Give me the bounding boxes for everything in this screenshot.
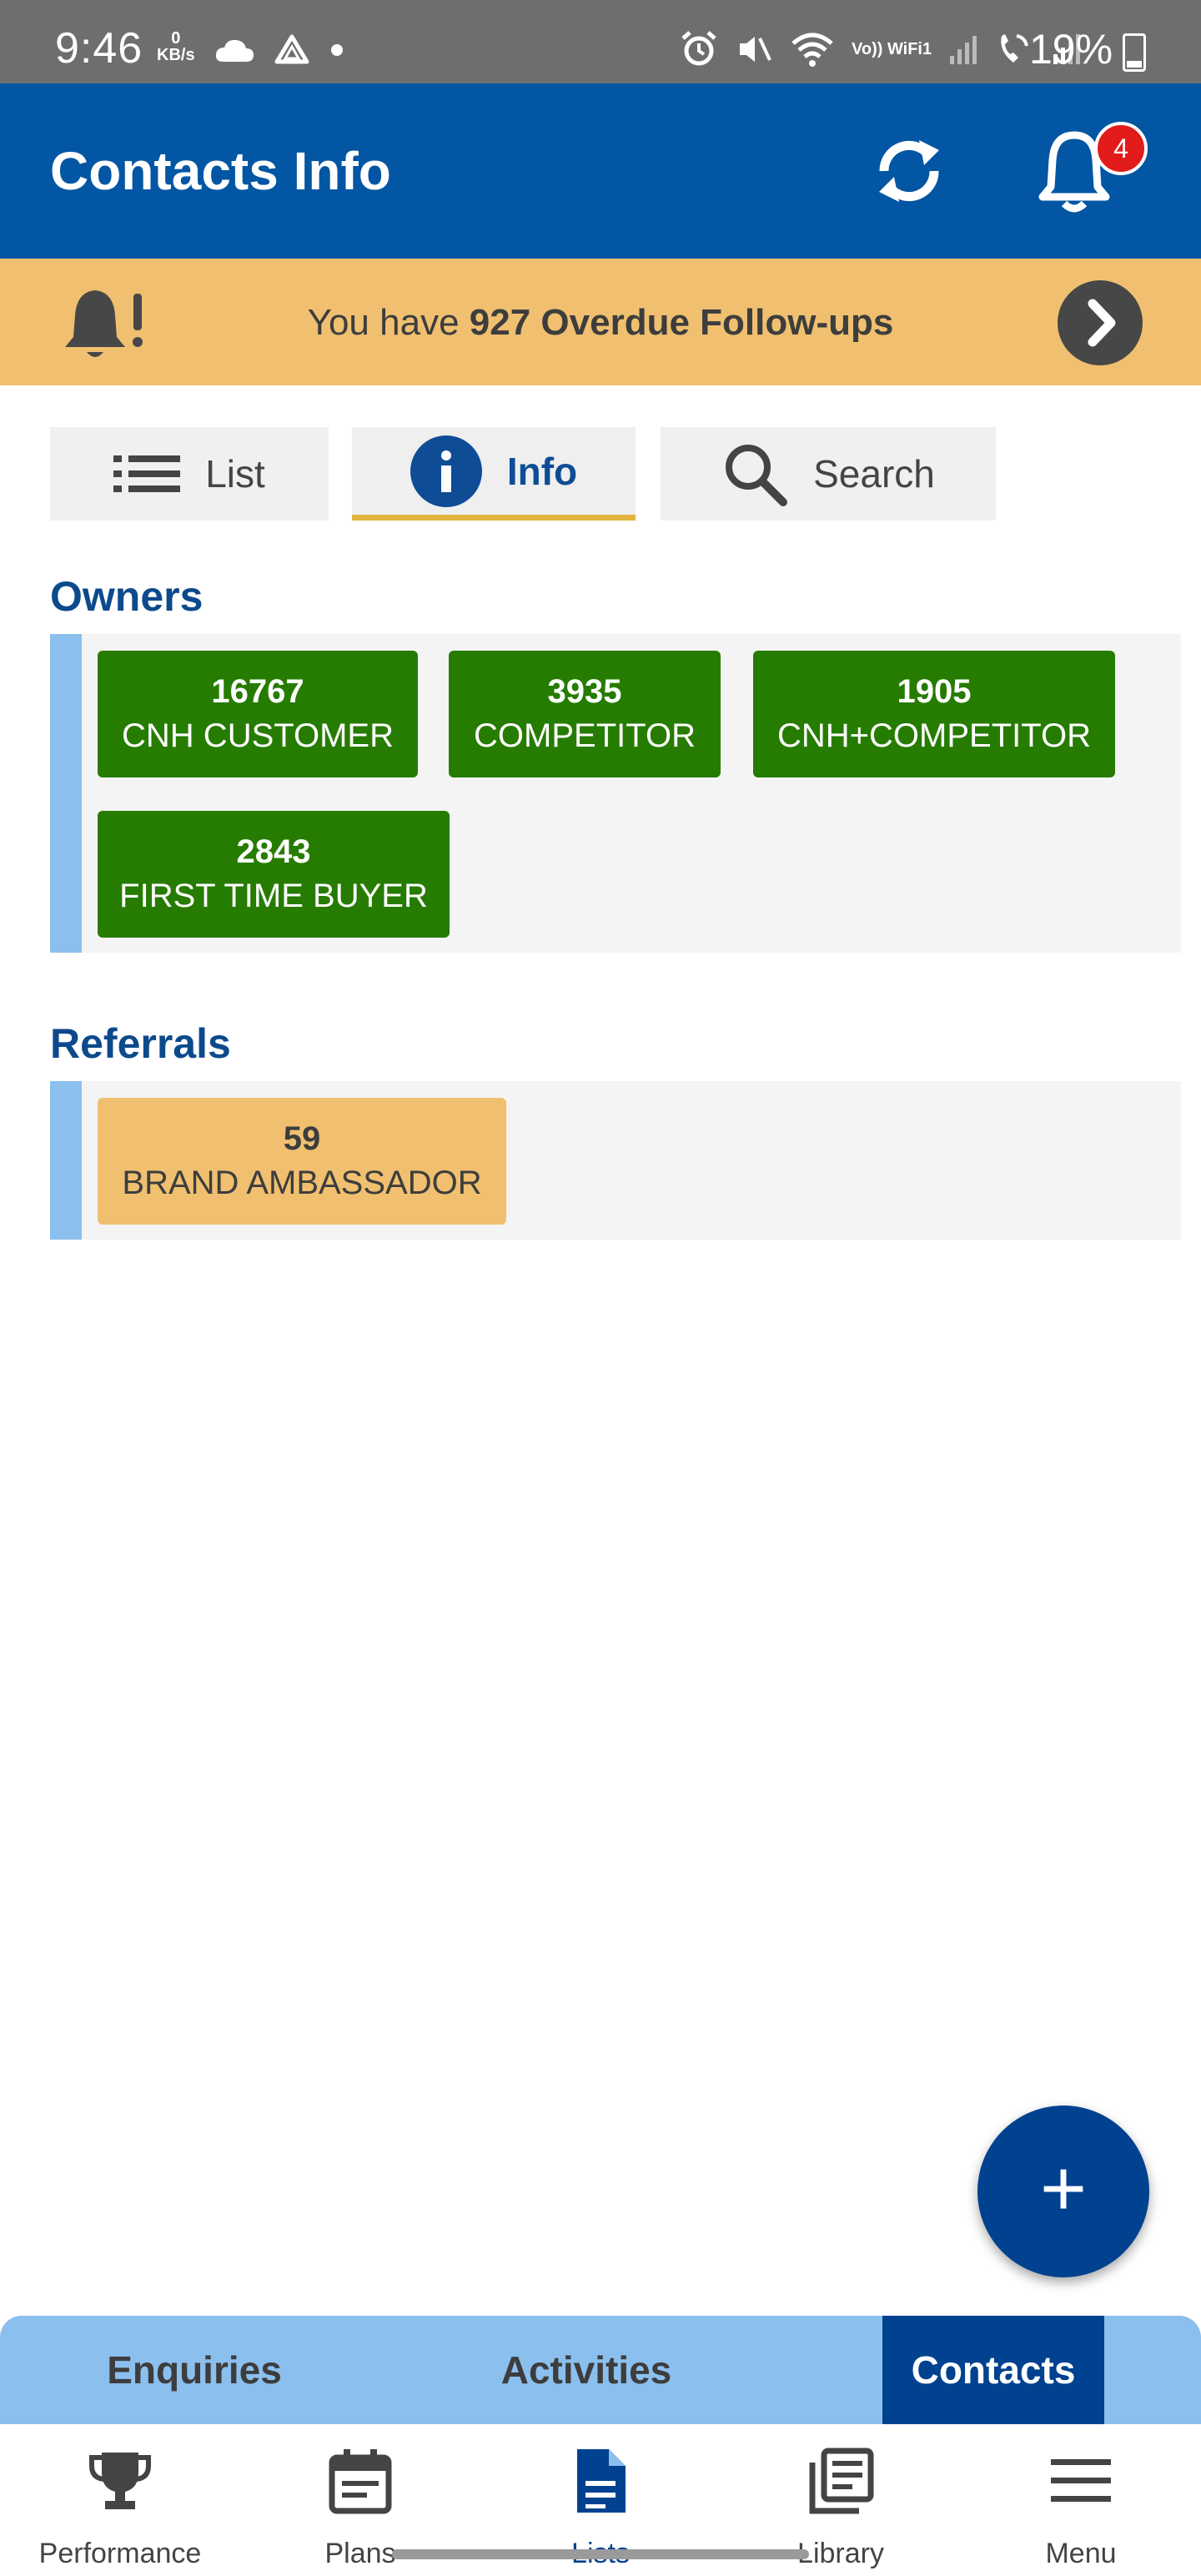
nav-label-performance: Performance bbox=[38, 2538, 202, 2569]
list-icon bbox=[113, 455, 181, 492]
chip-label: BRAND AMBASSADOR bbox=[122, 1165, 482, 1201]
overdue-followups-banner[interactable]: You have 927 Overdue Follow-ups bbox=[0, 259, 1201, 385]
net-speed: 0 KB/s bbox=[157, 30, 195, 63]
sub-tab-enquiries[interactable]: Enquiries bbox=[50, 2316, 339, 2424]
battery-icon bbox=[1123, 33, 1146, 72]
status-time: 9:46 bbox=[55, 24, 143, 73]
add-button[interactable]: + bbox=[977, 2106, 1149, 2277]
sub-tab-contacts[interactable]: Contacts bbox=[882, 2316, 1104, 2424]
alarm-icon bbox=[681, 31, 716, 66]
chip-label: COMPETITOR bbox=[474, 717, 696, 754]
dot-icon bbox=[331, 44, 343, 56]
referral-chip-brand-ambassador[interactable]: 59 BRAND AMBASSADOR bbox=[98, 1098, 506, 1225]
document-icon bbox=[577, 2449, 626, 2513]
tab-list-label: List bbox=[205, 452, 265, 496]
wifi-icon bbox=[791, 33, 833, 67]
chevron-right-icon bbox=[1088, 299, 1116, 347]
info-icon bbox=[410, 435, 482, 507]
net-speed-value: 0 bbox=[171, 29, 181, 48]
referrals-stripe bbox=[50, 1081, 82, 1240]
trophy-icon bbox=[89, 2453, 151, 2509]
home-indicator[interactable] bbox=[392, 2549, 809, 2559]
signal-weak-icon bbox=[950, 36, 977, 64]
owners-stripe bbox=[50, 634, 82, 953]
owner-chip-cnh-competitor[interactable]: 1905 CNH+COMPETITOR bbox=[753, 651, 1115, 777]
wifi-calling-icon bbox=[1001, 34, 1029, 63]
chip-count: 1905 bbox=[897, 673, 972, 710]
library-icon bbox=[809, 2448, 874, 2514]
chip-label: CNH+COMPETITOR bbox=[777, 717, 1091, 754]
chip-count: 59 bbox=[283, 1120, 321, 1157]
page-title: Contacts Info bbox=[50, 141, 391, 201]
owner-chip-competitor[interactable]: 3935 COMPETITOR bbox=[449, 651, 721, 777]
drive-icon bbox=[274, 34, 309, 64]
net-speed-unit: KB/s bbox=[157, 46, 195, 64]
hamburger-menu-icon bbox=[1051, 2459, 1111, 2502]
sync-icon[interactable] bbox=[867, 125, 951, 217]
vowifi-label: Vo)) WiFi1 bbox=[852, 40, 932, 58]
referrals-section-title: Referrals bbox=[50, 1020, 231, 1067]
search-icon bbox=[726, 445, 788, 506]
battery-percentage: 19% bbox=[1029, 26, 1113, 73]
owners-panel: 16767 CNH CUSTOMER 3935 COMPETITOR 1905 … bbox=[50, 634, 1181, 953]
nav-item-performance[interactable]: Performance bbox=[0, 2424, 240, 2576]
chip-count: 3935 bbox=[547, 673, 622, 710]
tab-search-label: Search bbox=[813, 452, 935, 496]
cloud-icon bbox=[215, 39, 254, 62]
notification-badge: 4 bbox=[1094, 122, 1148, 175]
chip-count: 16767 bbox=[211, 673, 304, 710]
chip-count: 2843 bbox=[236, 833, 311, 870]
chip-label: CNH CUSTOMER bbox=[122, 717, 394, 754]
calendar-icon bbox=[329, 2449, 392, 2514]
status-bar: 9:46 0 KB/s Vo)) WiFi1 19% bbox=[0, 0, 1201, 83]
owners-section-title: Owners bbox=[50, 573, 204, 620]
overdue-count: 927 Overdue Follow-ups bbox=[469, 302, 894, 343]
mute-icon bbox=[740, 37, 771, 62]
overdue-message-prefix: You have bbox=[307, 302, 470, 343]
nav-label-menu: Menu bbox=[1045, 2538, 1117, 2569]
referrals-panel: 59 BRAND AMBASSADOR bbox=[50, 1081, 1181, 1240]
owner-chip-cnh-customer[interactable]: 16767 CNH CUSTOMER bbox=[98, 651, 418, 777]
owner-chip-first-time-buyer[interactable]: 2843 FIRST TIME BUYER bbox=[98, 811, 450, 938]
chip-label: FIRST TIME BUYER bbox=[119, 878, 428, 914]
tab-info-label: Info bbox=[506, 449, 578, 493]
overdue-arrow-button[interactable] bbox=[1058, 280, 1143, 365]
tab-list[interactable]: List bbox=[50, 427, 329, 521]
tab-info[interactable]: Info bbox=[352, 427, 636, 521]
sub-nav: Enquiries Activities Contacts bbox=[0, 2316, 1201, 2424]
tab-search[interactable]: Search bbox=[661, 427, 996, 521]
sub-tab-activities[interactable]: Activities bbox=[442, 2316, 731, 2424]
overdue-message: You have 927 Overdue Follow-ups bbox=[0, 302, 1201, 344]
nav-item-menu[interactable]: Menu bbox=[961, 2424, 1201, 2576]
app-bar: Contacts Info 4 bbox=[0, 83, 1201, 259]
